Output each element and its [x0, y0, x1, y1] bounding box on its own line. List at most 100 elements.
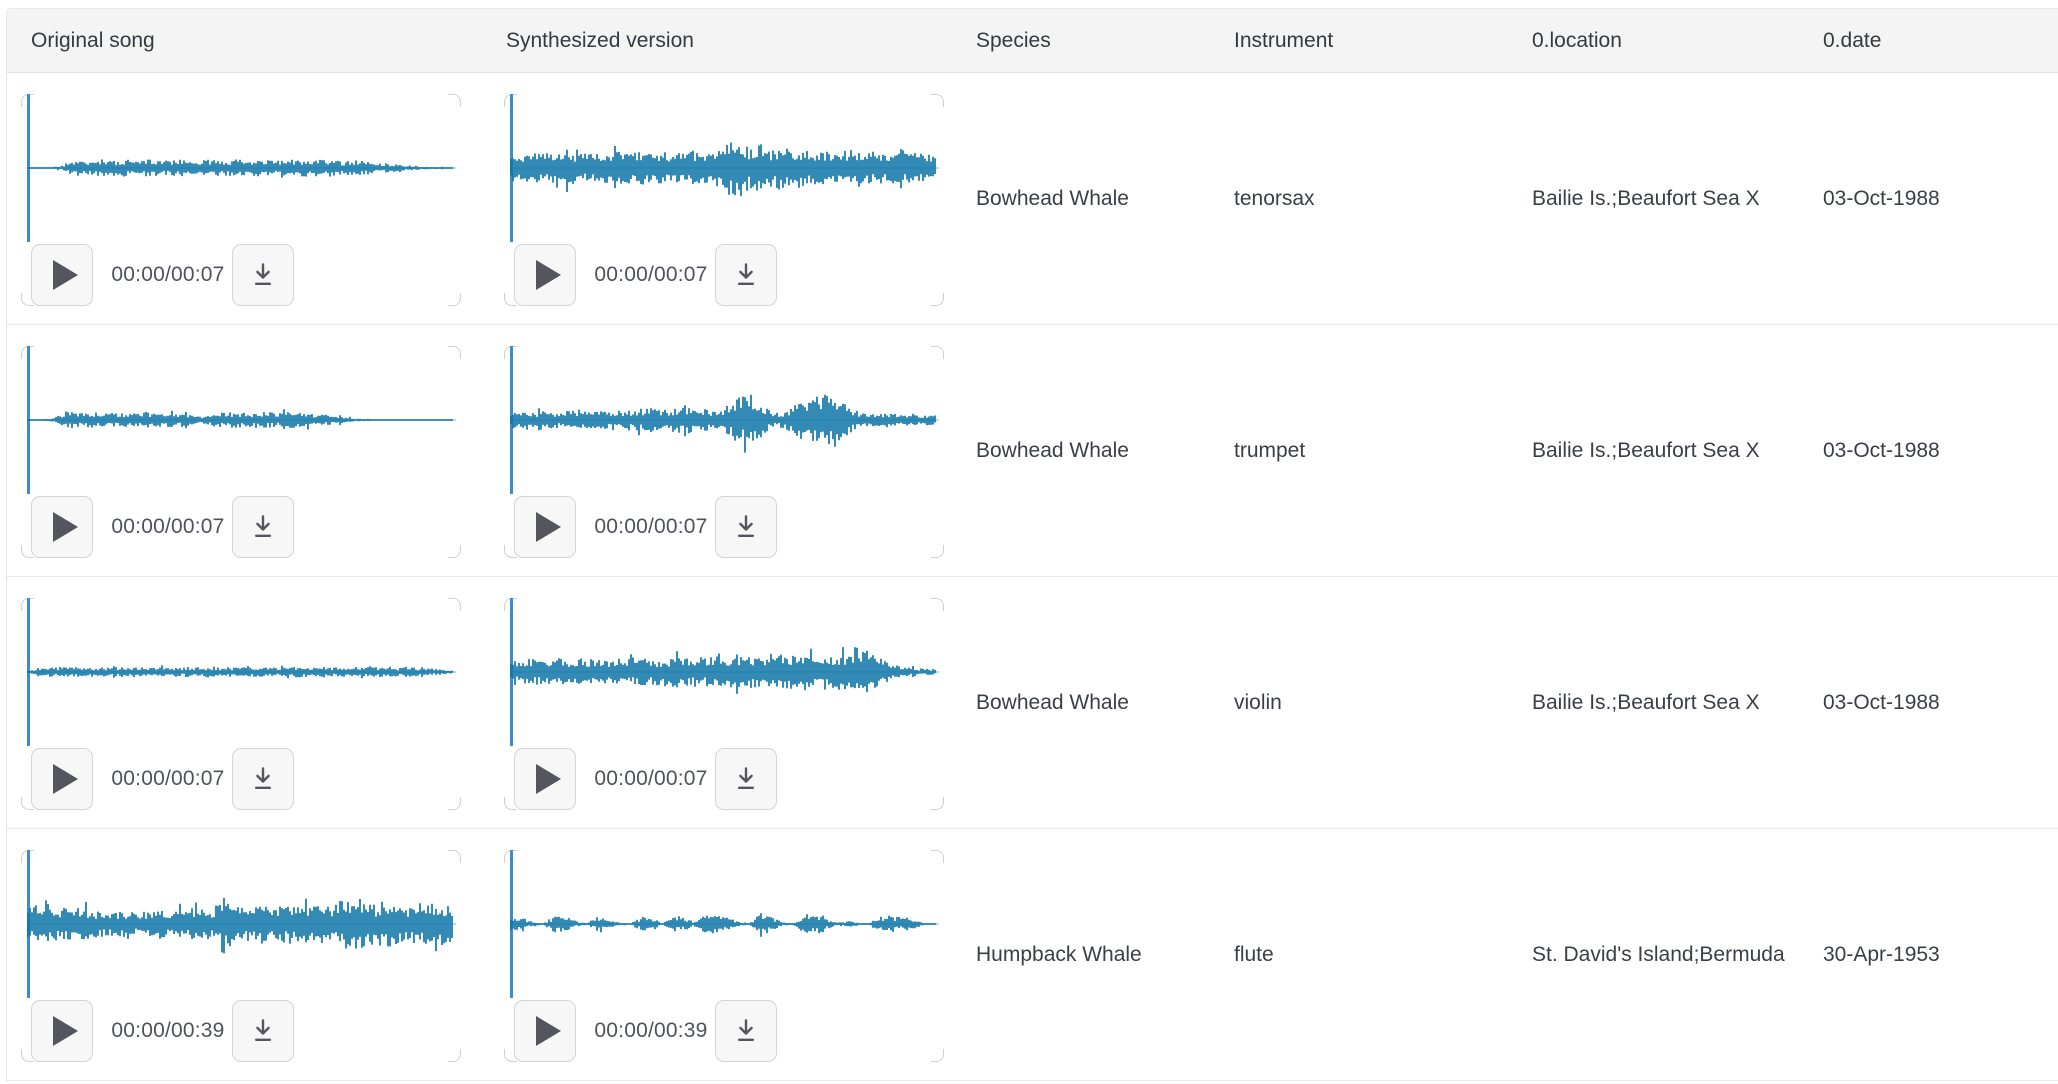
audio-controls: 00:00/00:07: [504, 496, 944, 558]
cell-location: St. David's Island;Bermuda: [1508, 829, 1799, 1080]
waveform[interactable]: [504, 346, 944, 494]
cell-species: Bowhead Whale: [952, 577, 1210, 828]
audio-player: 00:00/00:07: [504, 598, 944, 810]
audio-player: 00:00/00:39: [21, 850, 461, 1062]
play-button[interactable]: [31, 748, 93, 810]
audio-player: 00:00/00:07: [21, 94, 461, 306]
cell-instrument: trumpet: [1210, 325, 1508, 576]
cell-species: Bowhead Whale: [952, 73, 1210, 324]
time-display: 00:00/00:07: [592, 767, 710, 791]
column-header-date: 0.date: [1799, 9, 2058, 72]
download-button[interactable]: [232, 748, 294, 810]
cell-date: 30-Apr-1953: [1799, 829, 2058, 1080]
table-row: 00:00/00:39: [7, 829, 2058, 1081]
cell-date: 03-Oct-1988: [1799, 577, 2058, 828]
original-song-cell: 00:00/00:07: [7, 73, 482, 324]
download-icon: [731, 512, 761, 542]
play-button[interactable]: [31, 1000, 93, 1062]
waveform[interactable]: [21, 94, 461, 242]
cell-species: Bowhead Whale: [952, 325, 1210, 576]
audio-player: 00:00/00:07: [21, 598, 461, 810]
play-icon: [53, 764, 78, 794]
table-row: 00:00/00:07: [7, 577, 2058, 829]
download-icon: [248, 512, 278, 542]
play-icon: [536, 1016, 561, 1046]
audio-player: 00:00/00:07: [504, 94, 944, 306]
time-display: 00:00/00:07: [592, 263, 710, 287]
column-header-original-song: Original song: [7, 9, 482, 72]
synthesized-version-cell: 00:00/00:39: [482, 829, 952, 1080]
download-icon: [248, 764, 278, 794]
audio-controls: 00:00/00:07: [504, 244, 944, 306]
play-icon: [53, 260, 78, 290]
play-button[interactable]: [514, 748, 576, 810]
download-icon: [248, 1016, 278, 1046]
time-display: 00:00/00:39: [592, 1019, 710, 1043]
play-icon: [536, 260, 561, 290]
play-button[interactable]: [514, 496, 576, 558]
waveform[interactable]: [504, 850, 944, 998]
original-song-cell: 00:00/00:39: [7, 829, 482, 1080]
audio-controls: 00:00/00:07: [21, 244, 461, 306]
play-button[interactable]: [514, 244, 576, 306]
cell-instrument: flute: [1210, 829, 1508, 1080]
time-display: 00:00/00:07: [109, 263, 227, 287]
play-icon: [53, 512, 78, 542]
synthesized-version-cell: 00:00/00:07: [482, 73, 952, 324]
column-header-location: 0.location: [1508, 9, 1799, 72]
download-button[interactable]: [715, 1000, 777, 1062]
audio-player: 00:00/00:07: [504, 346, 944, 558]
cell-location: Bailie Is.;Beaufort Sea X: [1508, 577, 1799, 828]
table-row: 00:00/00:07: [7, 325, 2058, 577]
waveform[interactable]: [21, 850, 461, 998]
time-display: 00:00/00:07: [592, 515, 710, 539]
audio-controls: 00:00/00:39: [504, 1000, 944, 1062]
waveform[interactable]: [21, 598, 461, 746]
play-icon: [536, 764, 561, 794]
download-button[interactable]: [715, 748, 777, 810]
cell-location: Bailie Is.;Beaufort Sea X: [1508, 325, 1799, 576]
audio-controls: 00:00/00:07: [21, 496, 461, 558]
audio-player: 00:00/00:07: [21, 346, 461, 558]
waveform[interactable]: [21, 346, 461, 494]
time-display: 00:00/00:07: [109, 767, 227, 791]
download-button[interactable]: [232, 496, 294, 558]
synthesized-version-cell: 00:00/00:07: [482, 577, 952, 828]
cell-instrument: tenorsax: [1210, 73, 1508, 324]
time-display: 00:00/00:07: [109, 515, 227, 539]
table-header-row: Original song Synthesized version Specie…: [7, 9, 2058, 73]
download-icon: [248, 260, 278, 290]
download-button[interactable]: [232, 1000, 294, 1062]
audio-controls: 00:00/00:39: [21, 1000, 461, 1062]
cell-date: 03-Oct-1988: [1799, 325, 2058, 576]
cell-location: Bailie Is.;Beaufort Sea X: [1508, 73, 1799, 324]
table-row: 00:00/00:07: [7, 73, 2058, 325]
audio-player: 00:00/00:39: [504, 850, 944, 1062]
download-icon: [731, 764, 761, 794]
play-button[interactable]: [31, 244, 93, 306]
column-header-synthesized-version: Synthesized version: [482, 9, 952, 72]
play-icon: [536, 512, 561, 542]
download-button[interactable]: [715, 244, 777, 306]
waveform[interactable]: [504, 598, 944, 746]
column-header-instrument: Instrument: [1210, 9, 1508, 72]
column-header-species: Species: [952, 9, 1210, 72]
waveform[interactable]: [504, 94, 944, 242]
original-song-cell: 00:00/00:07: [7, 325, 482, 576]
download-icon: [731, 260, 761, 290]
original-song-cell: 00:00/00:07: [7, 577, 482, 828]
time-display: 00:00/00:39: [109, 1019, 227, 1043]
audio-controls: 00:00/00:07: [21, 748, 461, 810]
download-button[interactable]: [232, 244, 294, 306]
download-button[interactable]: [715, 496, 777, 558]
play-button[interactable]: [514, 1000, 576, 1062]
results-table: Original song Synthesized version Specie…: [6, 8, 2058, 1081]
cell-instrument: violin: [1210, 577, 1508, 828]
audio-controls: 00:00/00:07: [504, 748, 944, 810]
cell-date: 03-Oct-1988: [1799, 73, 2058, 324]
play-button[interactable]: [31, 496, 93, 558]
cell-species: Humpback Whale: [952, 829, 1210, 1080]
download-icon: [731, 1016, 761, 1046]
play-icon: [53, 1016, 78, 1046]
synthesized-version-cell: 00:00/00:07: [482, 325, 952, 576]
